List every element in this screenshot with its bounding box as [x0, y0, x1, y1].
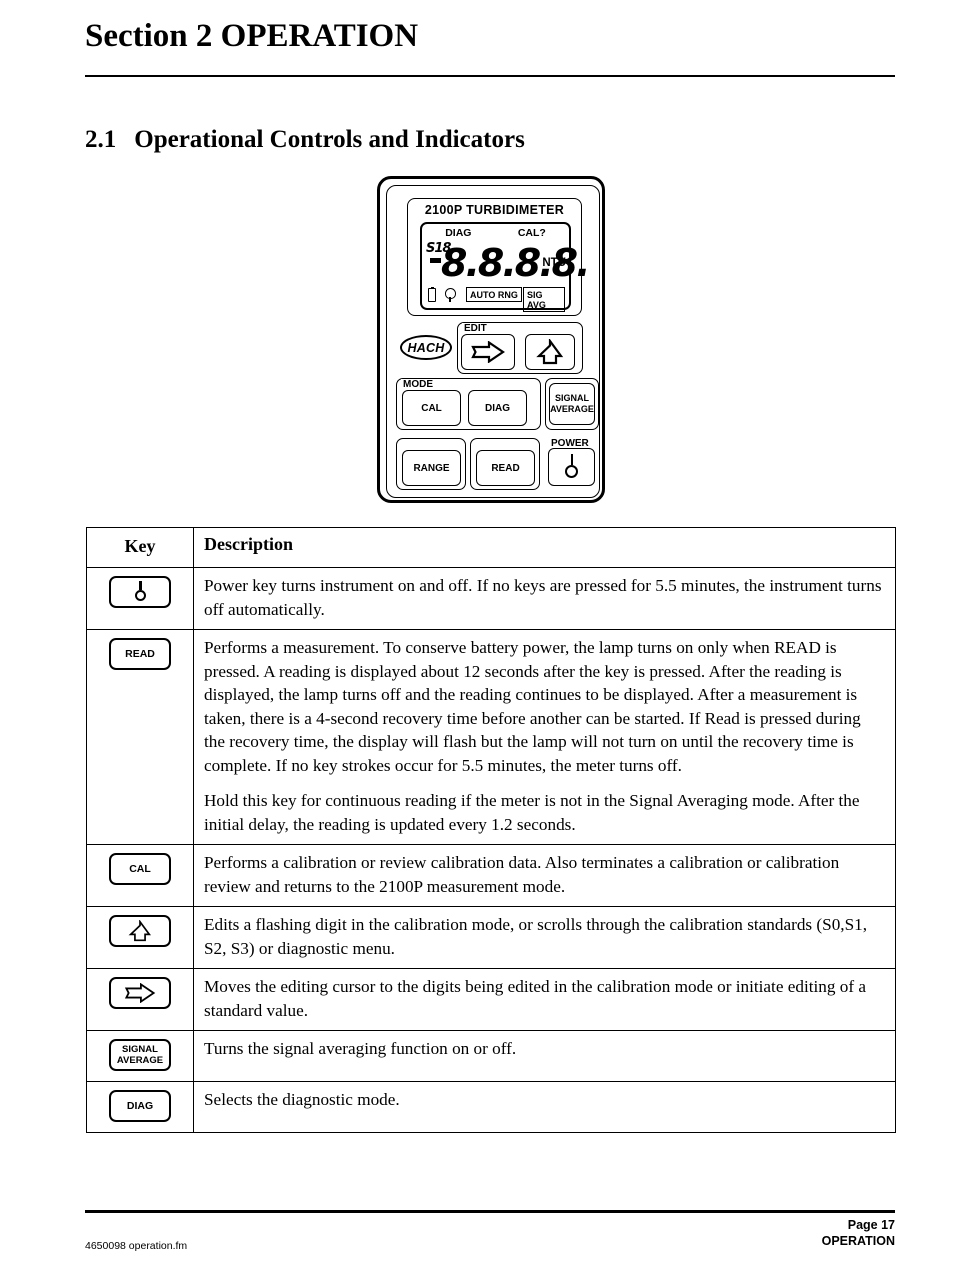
lcd-cal-indicator: CAL? — [517, 227, 546, 239]
auto-range-indicator: AUTO RNG — [466, 287, 522, 302]
lcd-main-readout: S18 8.8.8.8. NTU — [426, 241, 591, 286]
description-paragraph: Hold this key for continuous reading if … — [204, 791, 860, 834]
lcd-bottom-indicators: AUTO RNG SIG AVG — [427, 286, 565, 312]
description-paragraph: Moves the editing cursor to the digits b… — [204, 977, 867, 1020]
hach-logo: HACH — [400, 335, 452, 360]
description-cell: Moves the editing cursor to the digits b… — [193, 968, 896, 1031]
table-row: CAL Performs a calibration or review cal… — [86, 844, 896, 907]
edit-right-arrow-key[interactable] — [461, 334, 515, 370]
subsection-label: Operational Controls and Indicators — [134, 126, 525, 153]
description-paragraph: Selects the diagnostic mode. — [204, 1090, 400, 1109]
key-cell — [86, 906, 194, 969]
description-paragraph: Power key turns instrument on and off. I… — [204, 576, 882, 619]
description-cell: Edits a flashing digit in the calibratio… — [193, 906, 896, 969]
footer-page-number: Page 17 — [847, 1218, 895, 1232]
mode-group-label: MODE — [401, 379, 435, 390]
description-cell: Performs a measurement. To conserve batt… — [193, 629, 896, 845]
lcd-units-label: NTU — [542, 257, 566, 269]
display-bezel: 2100P TURBIDIMETER DIAG CAL? S18 8.8.8.8… — [407, 198, 591, 316]
description-cell: Performs a calibration or review calibra… — [193, 844, 896, 907]
table-row: Edits a flashing digit in the calibratio… — [86, 906, 896, 969]
right-arrow-icon — [124, 983, 156, 1003]
lcd-diag-indicator: DIAG — [445, 227, 472, 239]
up-arrow-icon — [536, 339, 564, 365]
signal-average-key-line2: AVERAGE — [550, 404, 594, 414]
key-cell: DIAG — [86, 1081, 194, 1133]
table-row: DIAG Selects the diagnostic mode. — [86, 1081, 896, 1133]
footer-page-info: Page 17 OPERATION — [822, 1217, 895, 1249]
up-arrow-key-glyph — [109, 915, 171, 947]
column-header-key: Key — [86, 527, 194, 568]
signal-average-key-line1: SIGNAL — [554, 393, 589, 403]
signal-average-glyph-line2: AVERAGE — [116, 1055, 164, 1066]
description-paragraph: Turns the signal averaging function on o… — [204, 1039, 517, 1058]
instrument-model-label: 2100P TURBIDIMETER — [424, 203, 565, 217]
lcd-minus-sign — [430, 258, 441, 263]
power-key-glyph — [109, 576, 171, 608]
description-paragraph: Edits a flashing digit in the calibratio… — [204, 915, 868, 958]
edit-group-label: EDIT — [462, 323, 489, 334]
description-cell: Turns the signal averaging function on o… — [193, 1030, 896, 1082]
subsection-number: 2.1 — [85, 126, 117, 153]
description-cell: Selects the diagnostic mode. — [193, 1081, 896, 1133]
signal-average-key[interactable]: SIGNAL AVERAGE — [549, 383, 595, 425]
range-key[interactable]: RANGE — [402, 450, 461, 486]
read-key-glyph: READ — [109, 638, 171, 670]
page-title: Section 2 OPERATION — [85, 18, 419, 54]
description-cell: Power key turns instrument on and off. I… — [193, 567, 896, 630]
description-paragraph: Performs a calibration or review calibra… — [204, 853, 840, 896]
footer-rule — [85, 1210, 895, 1213]
lcd-screen: DIAG CAL? S18 8.8.8.8. NTU AUTO RNG SIG … — [420, 222, 591, 312]
table-header-row: Key Description — [86, 527, 896, 568]
table-row: SIGNAL AVERAGE Turns the signal averagin… — [86, 1030, 896, 1082]
table-row: Power key turns instrument on and off. I… — [86, 567, 896, 630]
battery-icon — [428, 286, 436, 302]
key-cell — [86, 567, 194, 630]
footer-filename: 4650098 operation.fm — [85, 1240, 188, 1252]
power-key[interactable] — [548, 448, 595, 486]
description-paragraph: Performs a measurement. To conserve batt… — [204, 638, 861, 775]
power-symbol-icon — [561, 454, 583, 480]
key-cell: SIGNAL AVERAGE — [86, 1030, 194, 1082]
table-row: Moves the editing cursor to the digits b… — [86, 968, 896, 1031]
footer-section-name: OPERATION — [821, 1234, 895, 1248]
subsection-heading: 2.1 Operational Controls and Indicators — [85, 126, 525, 154]
right-arrow-icon — [471, 341, 505, 363]
right-arrow-key-glyph — [109, 977, 171, 1009]
lcd-digits: 8.8.8.8. — [441, 241, 591, 285]
turbidimeter-figure: 2100P TURBIDIMETER DIAG CAL? S18 8.8.8.8… — [377, 176, 605, 503]
up-arrow-icon — [128, 920, 151, 942]
sig-avg-indicator: SIG AVG — [523, 287, 565, 312]
title-rule — [85, 75, 895, 77]
key-cell: READ — [86, 629, 194, 845]
signal-average-key-glyph: SIGNAL AVERAGE — [109, 1039, 171, 1071]
diag-key[interactable]: DIAG — [468, 390, 527, 426]
key-description-table: Key Description Power key turns instrume… — [86, 527, 896, 1133]
power-symbol-icon — [131, 581, 149, 603]
instrument-faceplate: 2100P TURBIDIMETER DIAG CAL? S18 8.8.8.8… — [386, 185, 600, 498]
lcd-top-indicators: DIAG CAL? — [422, 227, 569, 239]
cal-key-glyph: CAL — [109, 853, 171, 885]
cal-key[interactable]: CAL — [402, 390, 461, 426]
table-row: READ Performs a measurement. To conserve… — [86, 629, 896, 845]
key-cell — [86, 968, 194, 1031]
key-cell: CAL — [86, 844, 194, 907]
edit-up-arrow-key[interactable] — [525, 334, 575, 370]
read-key[interactable]: READ — [476, 450, 535, 486]
diag-key-glyph: DIAG — [109, 1090, 171, 1122]
column-header-description: Description — [193, 527, 896, 568]
signal-average-glyph-line1: SIGNAL — [122, 1044, 158, 1055]
lamp-icon — [445, 288, 456, 302]
document-page: Section 2 OPERATION 2.1 Operational Contr… — [0, 0, 954, 1272]
